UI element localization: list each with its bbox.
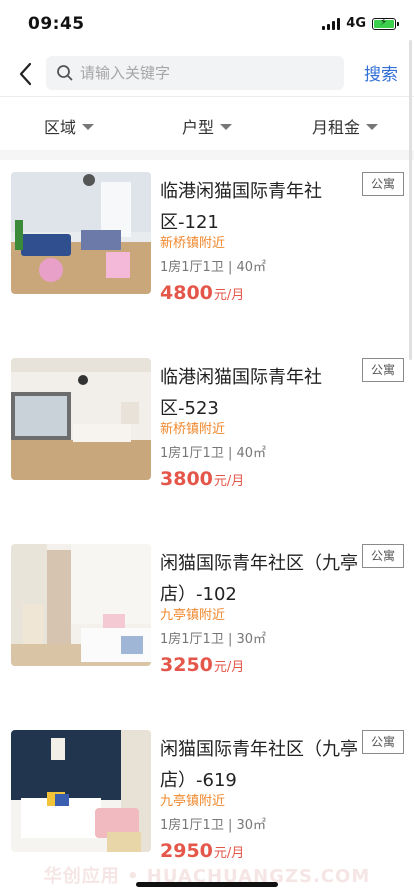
filter-area-label: 区域 (43, 118, 76, 137)
listing-price: 3800 元/月 (160, 468, 244, 490)
network-type: 4G (346, 16, 366, 31)
listing-tag: 公寓 (362, 172, 404, 196)
listing-price: 2950 元/月 (160, 840, 244, 862)
search-box[interactable] (46, 56, 344, 90)
listing-specs: 1房1厅1卫 | 40㎡ (160, 260, 266, 275)
filter-rent[interactable]: 月租金 (276, 104, 414, 148)
price-unit: 元/月 (213, 846, 245, 861)
listing-price: 4800 元/月 (160, 282, 244, 304)
search-header: 搜索 (0, 52, 414, 96)
section-gap (0, 150, 414, 160)
filter-layout-label: 户型 (181, 118, 214, 137)
header-divider (0, 96, 414, 97)
filter-rent-label: 月租金 (311, 118, 360, 137)
listing-location: 新桥镇附近 (160, 422, 226, 437)
listing-photo (11, 730, 151, 852)
price-value: 3250 (160, 654, 213, 676)
listing-item[interactable]: 临港闲猫国际青年社区-523 公寓 新桥镇附近 1房1厅1卫 | 40㎡ 380… (0, 358, 414, 528)
listing-photo (11, 544, 151, 666)
status-icons: 4G ⚡ (322, 16, 399, 31)
listing-title: 临港闲猫国际青年社区-121 (160, 181, 322, 233)
listing-item[interactable]: 临港闲猫国际青年社区-121 公寓 新桥镇附近 1房1厅1卫 | 40㎡ 480… (0, 172, 414, 342)
listing-location: 九亭镇附近 (160, 794, 226, 809)
price-value: 3800 (160, 468, 213, 490)
caret-down-icon (366, 124, 378, 130)
listing-specs: 1房1厅1卫 | 30㎡ (160, 632, 266, 647)
home-indicator[interactable] (136, 882, 278, 887)
signal-icon (322, 17, 341, 30)
listing-specs: 1房1厅1卫 | 40㎡ (160, 446, 266, 461)
filter-area[interactable]: 区域 (0, 104, 138, 148)
filter-layout[interactable]: 户型 (138, 104, 276, 148)
search-button[interactable]: 搜索 (364, 60, 398, 85)
back-arrow-icon[interactable] (16, 60, 36, 88)
price-value: 4800 (160, 282, 213, 304)
listing-location: 九亭镇附近 (160, 608, 226, 623)
listing-title: 闲猫国际青年社区（九亭店）-102 (160, 553, 358, 605)
status-bar: 09:45 4G ⚡ (0, 0, 414, 48)
listing-photo (11, 358, 151, 480)
listing-title: 闲猫国际青年社区（九亭店）-619 (160, 739, 358, 791)
status-time: 09:45 (28, 14, 85, 34)
listing-photo (11, 172, 151, 294)
search-icon (56, 64, 74, 82)
listing-tag: 公寓 (362, 544, 404, 568)
listing-price: 3250 元/月 (160, 654, 244, 676)
price-unit: 元/月 (213, 474, 245, 489)
listing-location: 新桥镇附近 (160, 236, 226, 251)
price-value: 2950 (160, 840, 213, 862)
scrollbar[interactable] (409, 40, 412, 360)
price-unit: 元/月 (213, 660, 245, 675)
caret-down-icon (220, 124, 232, 130)
listing-tag: 公寓 (362, 730, 404, 754)
price-unit: 元/月 (213, 288, 245, 303)
listing-tag: 公寓 (362, 358, 404, 382)
battery-icon: ⚡ (372, 17, 399, 30)
listing-item[interactable]: 闲猫国际青年社区（九亭店）-102 公寓 九亭镇附近 1房1厅1卫 | 30㎡ … (0, 544, 414, 714)
filter-bar: 区域 户型 月租金 (0, 104, 414, 148)
search-input[interactable] (80, 56, 330, 90)
caret-down-icon (82, 124, 94, 130)
listing-title: 临港闲猫国际青年社区-523 (160, 367, 322, 419)
listing-specs: 1房1厅1卫 | 30㎡ (160, 818, 266, 833)
